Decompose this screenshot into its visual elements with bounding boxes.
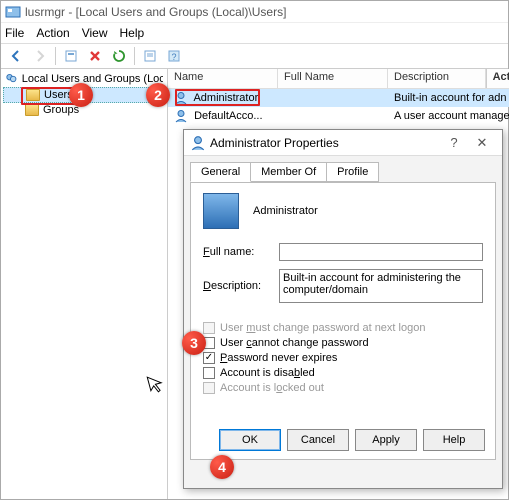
username-label: Administrator [253, 205, 318, 217]
folder-icon [25, 104, 39, 116]
main-window: lusrmgr - [Local Users and Groups (Local… [0, 0, 509, 500]
properties-button[interactable] [139, 45, 161, 67]
user-icon [174, 109, 188, 123]
menubar: File Action View Help [1, 23, 508, 43]
tab-profile[interactable]: Profile [326, 162, 379, 182]
app-icon [5, 4, 21, 20]
marker-4: 4 [210, 455, 234, 479]
apply-button[interactable]: Apply [355, 429, 417, 451]
titlebar: lusrmgr - [Local Users and Groups (Local… [1, 1, 508, 23]
tabstrip: General Member Of Profile [190, 162, 496, 182]
menu-view[interactable]: View [82, 26, 108, 40]
check-label: Account is disabled [220, 367, 315, 379]
dialog-titlebar: Administrator Properties ? ✕ [184, 130, 502, 156]
profile-icon [203, 193, 239, 229]
delete-button[interactable] [84, 45, 106, 67]
fullname-input[interactable] [279, 243, 483, 261]
toolbar: ? [1, 43, 508, 69]
menu-file[interactable]: File [5, 26, 24, 40]
list-row-defaultaccount[interactable]: DefaultAcco... A user account manage [168, 107, 509, 125]
col-actions[interactable]: Act [486, 69, 509, 88]
check-never-expires[interactable]: ✓ Password never expires [203, 352, 483, 364]
check-account-locked: Account is locked out [203, 382, 483, 394]
tree-root-label: Local Users and Groups (Local) [22, 73, 163, 85]
tab-general[interactable]: General [190, 162, 251, 182]
svg-text:?: ? [171, 52, 176, 62]
cell-name: DefaultAcco... [194, 110, 262, 122]
col-full[interactable]: Full Name [278, 69, 388, 88]
cell-desc: Built-in account for adn [388, 92, 509, 104]
checkbox-icon[interactable]: ✓ [203, 352, 215, 364]
check-account-disabled[interactable]: Account is disabled [203, 367, 483, 379]
col-desc[interactable]: Description [388, 69, 486, 88]
check-label: User cannot change password [220, 337, 369, 349]
tree-pane: Local Users and Groups (Local) Users Gro… [1, 69, 168, 499]
refresh-button[interactable] [108, 45, 130, 67]
marker-3: 3 [182, 331, 206, 355]
checkbox-icon[interactable] [203, 367, 215, 379]
help-button[interactable]: Help [423, 429, 485, 451]
menu-help[interactable]: Help [120, 26, 145, 40]
check-cannot-change[interactable]: User cannot change password [203, 337, 483, 349]
ok-button[interactable]: OK [219, 429, 281, 451]
properties-dialog: Administrator Properties ? ✕ General Mem… [183, 129, 503, 489]
check-must-change: User must change password at next logon [203, 322, 483, 334]
marker-1: 1 [69, 83, 93, 107]
tree-item-label: Groups [43, 104, 79, 116]
help-button[interactable]: ? [163, 45, 185, 67]
list-header: Name Full Name Description Act [168, 69, 509, 89]
forward-button[interactable] [29, 45, 51, 67]
marker-2: 2 [146, 83, 170, 107]
tab-page-general: Administrator Full name: Description: Bu… [190, 182, 496, 460]
user-icon [190, 135, 206, 151]
description-label: Description: [203, 280, 279, 292]
check-label: Password never expires [220, 352, 337, 364]
close-button[interactable]: ✕ [468, 135, 496, 151]
back-button[interactable] [5, 45, 27, 67]
dialog-title: Administrator Properties [210, 136, 440, 150]
action-button[interactable] [60, 45, 82, 67]
description-input[interactable]: Built-in account for administering the c… [279, 269, 483, 303]
checkbox-icon [203, 382, 215, 394]
check-label: Account is locked out [220, 382, 324, 394]
cell-name: Administrator [193, 92, 258, 104]
dialog-buttons: OK Cancel Apply Help [191, 429, 495, 451]
fullname-label: Full name: [203, 246, 279, 258]
user-icon [174, 91, 188, 105]
folder-icon [26, 89, 40, 101]
menu-action[interactable]: Action [36, 26, 69, 40]
check-label: User must change password at next logon [220, 322, 425, 334]
list-row-administrator[interactable]: Administrator Built-in account for adn [168, 89, 509, 107]
cell-desc: A user account manage [388, 110, 509, 122]
cancel-button[interactable]: Cancel [287, 429, 349, 451]
tab-memberof[interactable]: Member Of [250, 162, 327, 182]
window-title: lusrmgr - [Local Users and Groups (Local… [25, 5, 286, 19]
checkbox-icon [203, 322, 215, 334]
group-icon [5, 72, 18, 86]
context-help-button[interactable]: ? [440, 135, 468, 150]
col-name[interactable]: Name [168, 69, 278, 88]
